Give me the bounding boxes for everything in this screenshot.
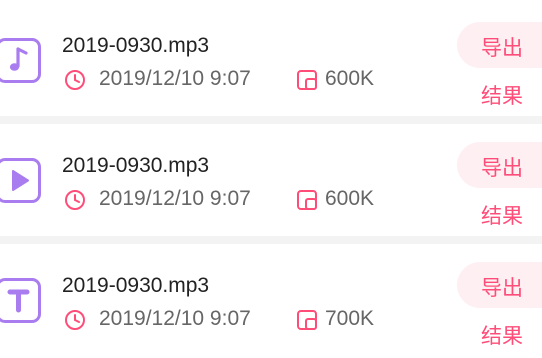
clock-icon xyxy=(65,70,85,90)
file-name: 2019-0930.mp3 xyxy=(62,274,210,297)
export-button-label: 导出 xyxy=(481,277,523,300)
file-size: 600K xyxy=(325,187,375,210)
result-link[interactable]: 结果 xyxy=(481,200,523,230)
result-link[interactable]: 结果 xyxy=(481,80,523,110)
file-list: 2019-0930.mp3 2019/12/10 9:07 600K 导出 结果… xyxy=(0,0,542,358)
export-button[interactable]: 导出 xyxy=(457,22,542,68)
clock-icon xyxy=(65,310,85,330)
file-size-icon xyxy=(297,190,317,210)
play-icon xyxy=(0,158,41,203)
export-button-label: 导出 xyxy=(481,37,523,60)
file-size: 700K xyxy=(325,307,375,330)
file-date: 2019/12/10 9:07 xyxy=(99,67,251,90)
result-link[interactable]: 结果 xyxy=(481,320,523,350)
file-date: 2019/12/10 9:07 xyxy=(99,187,251,210)
list-item[interactable]: 2019-0930.mp3 2019/12/10 9:07 600K 导出 结果 xyxy=(0,124,542,238)
file-date: 2019/12/10 9:07 xyxy=(99,307,251,330)
export-button-label: 导出 xyxy=(481,157,523,180)
file-size: 600K xyxy=(325,67,375,90)
list-item[interactable]: 2019-0930.mp3 2019/12/10 9:07 600K 导出 结果 xyxy=(0,0,542,114)
divider xyxy=(0,236,542,244)
file-name: 2019-0930.mp3 xyxy=(62,154,210,177)
text-t-icon xyxy=(0,278,41,323)
file-size-icon xyxy=(297,310,317,330)
clock-icon xyxy=(65,190,85,210)
music-note-icon xyxy=(0,38,41,83)
divider xyxy=(0,116,542,124)
file-size-icon xyxy=(297,70,317,90)
export-button[interactable]: 导出 xyxy=(457,142,542,188)
export-button[interactable]: 导出 xyxy=(457,262,542,308)
file-name: 2019-0930.mp3 xyxy=(62,34,210,57)
